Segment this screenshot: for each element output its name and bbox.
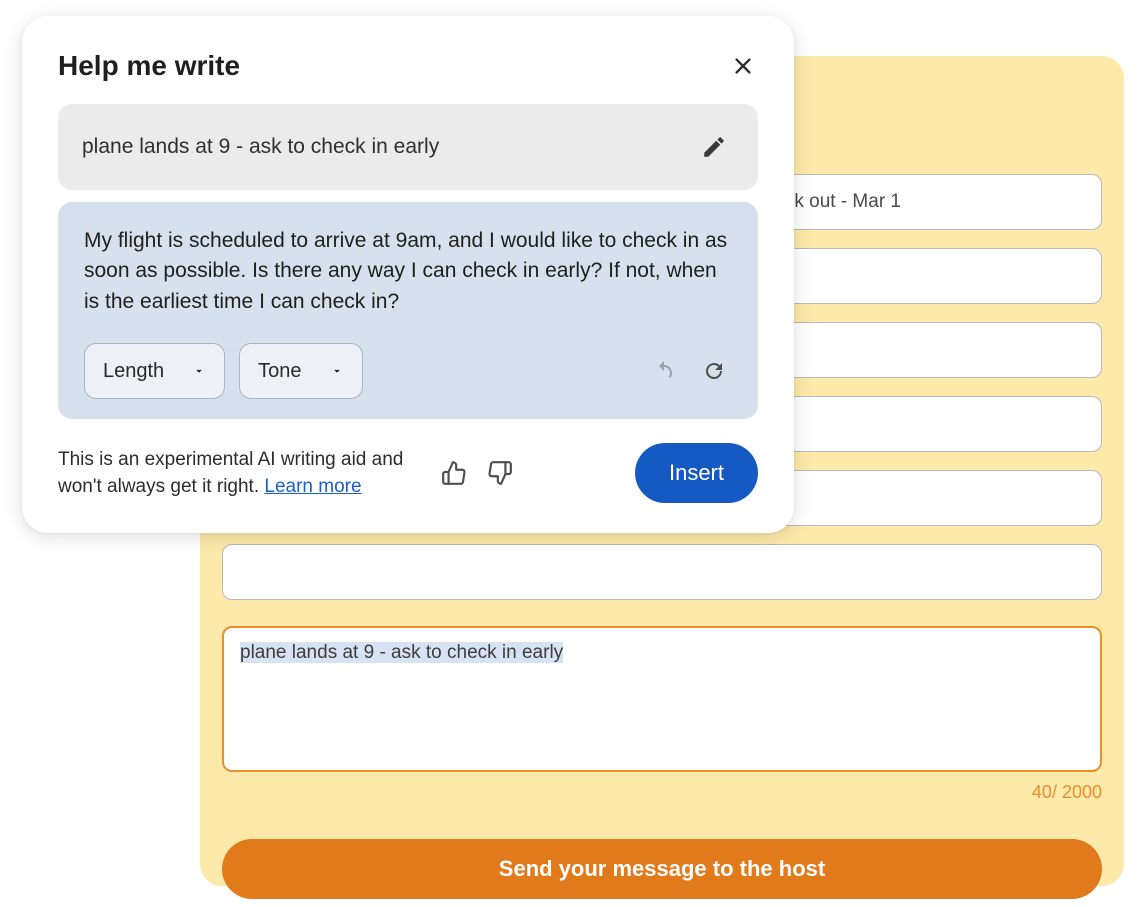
generated-text: My flight is scheduled to arrive at 9am,… <box>84 226 732 317</box>
tone-dropdown[interactable]: Tone <box>239 343 362 399</box>
prompt-row: plane lands at 9 - ask to check in early <box>58 104 758 190</box>
prompt-text: plane lands at 9 - ask to check in early <box>82 135 682 159</box>
form-field-5[interactable] <box>222 544 1102 600</box>
thumbs-up-icon[interactable] <box>436 455 472 491</box>
send-message-button[interactable]: Send your message to the host <box>222 839 1102 899</box>
insert-button[interactable]: Insert <box>635 443 758 503</box>
close-icon[interactable] <box>728 51 758 81</box>
thumbs-down-icon[interactable] <box>482 455 518 491</box>
undo-icon <box>646 353 682 389</box>
chevron-down-icon <box>330 364 344 378</box>
char-count: 40/ 2000 <box>222 782 1102 803</box>
disclaimer-text: This is an experimental AI writing aid a… <box>58 446 418 501</box>
message-textarea[interactable]: plane lands at 9 - ask to check in early <box>222 626 1102 772</box>
edit-prompt-icon[interactable] <box>694 127 734 167</box>
generated-box: My flight is scheduled to arrive at 9am,… <box>58 202 758 419</box>
help-me-write-popup: Help me write plane lands at 9 - ask to … <box>22 16 794 533</box>
chevron-down-icon <box>192 364 206 378</box>
regenerate-icon[interactable] <box>696 353 732 389</box>
popup-title: Help me write <box>58 50 240 82</box>
message-text-highlighted: plane lands at 9 - ask to check in early <box>240 642 563 663</box>
length-label: Length <box>103 360 164 383</box>
tone-label: Tone <box>258 360 301 383</box>
length-dropdown[interactable]: Length <box>84 343 225 399</box>
learn-more-link[interactable]: Learn more <box>264 476 361 497</box>
